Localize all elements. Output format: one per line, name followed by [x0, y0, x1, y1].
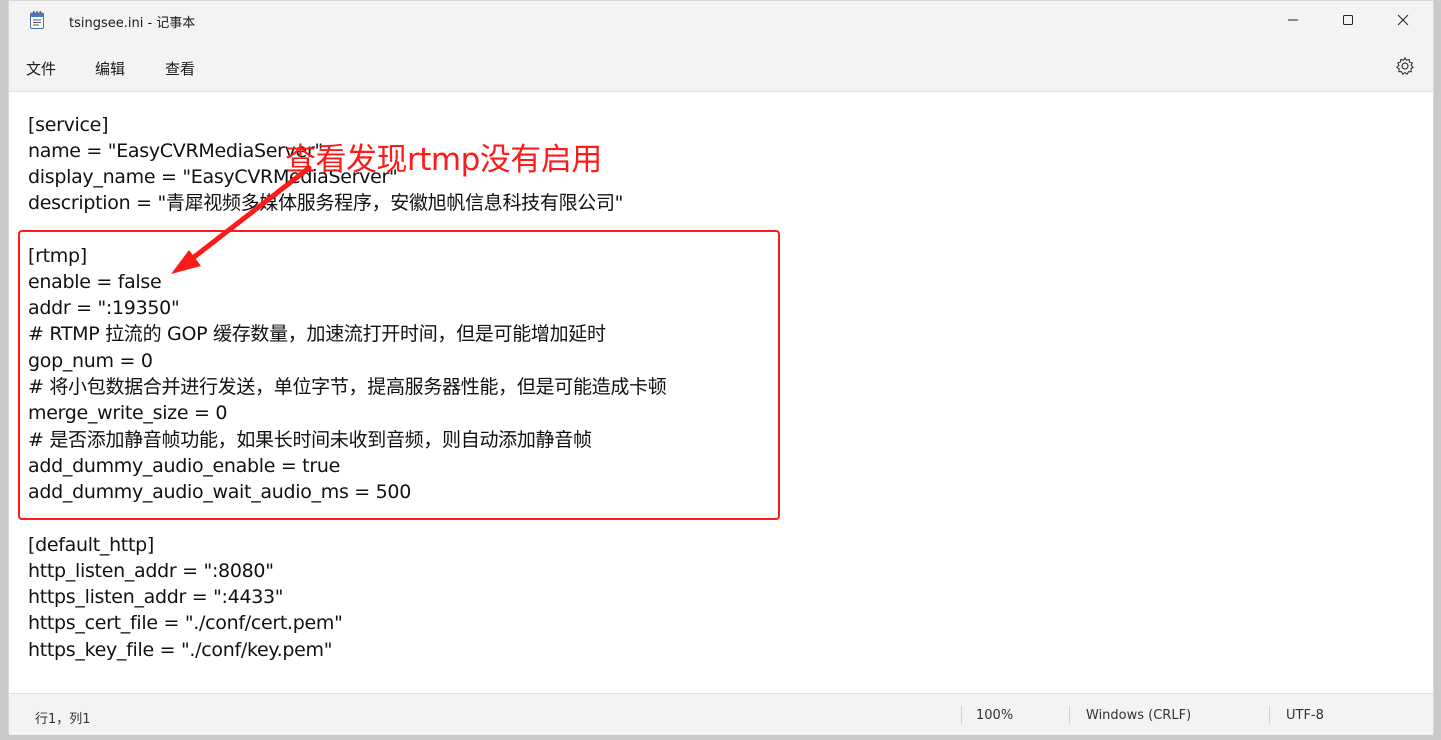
- gear-icon[interactable]: [1395, 56, 1415, 76]
- text-editor[interactable]: [service] name = "EasyCVRMediaServer" di…: [9, 91, 1433, 694]
- notepad-icon: [30, 11, 44, 29]
- minimize-icon: [1288, 19, 1298, 21]
- maximize-icon: [1343, 15, 1353, 25]
- cursor-position: 行1，列1: [35, 712, 91, 727]
- window-title: tsingsee.ini - 记事本: [69, 16, 196, 31]
- menu-edit[interactable]: 编辑: [95, 58, 125, 79]
- line-ending: Windows (CRLF): [1086, 708, 1192, 723]
- maximize-button[interactable]: [1320, 1, 1376, 39]
- close-icon: [1397, 14, 1409, 26]
- editor-line: https_listen_addr = ":4433": [28, 586, 284, 608]
- notepad-window: tsingsee.ini - 记事本 文件 编辑 查看 [service] na…: [8, 0, 1434, 735]
- encoding: UTF-8: [1286, 708, 1324, 723]
- editor-line: [default_http]: [28, 534, 154, 556]
- menu-view[interactable]: 查看: [165, 58, 195, 79]
- status-bar: 行1，列1 100% Windows (CRLF) UTF-8: [9, 693, 1433, 735]
- rtmp-highlight-box: [18, 230, 780, 520]
- status-separator: [961, 706, 962, 724]
- zoom-level: 100%: [976, 708, 1014, 723]
- editor-line: https_key_file = "./conf/key.pem": [28, 639, 333, 661]
- editor-line: [service]: [28, 114, 109, 136]
- status-separator: [1069, 706, 1070, 724]
- title-bar[interactable]: tsingsee.ini - 记事本: [9, 1, 1433, 41]
- close-button[interactable]: [1375, 1, 1431, 39]
- menu-bar: 文件 编辑 查看: [9, 41, 1433, 91]
- status-separator: [1269, 706, 1270, 724]
- editor-line: description = "青犀视频多媒体服务程序，安徽旭帆信息科技有限公司": [28, 192, 624, 214]
- minimize-button[interactable]: [1265, 1, 1321, 39]
- editor-line: name = "EasyCVRMediaServer": [28, 140, 323, 162]
- annotation-text: 查看发现rtmp没有启用: [285, 142, 602, 178]
- editor-line: http_listen_addr = ":8080": [28, 560, 274, 582]
- menu-file[interactable]: 文件: [26, 58, 56, 79]
- editor-line: https_cert_file = "./conf/cert.pem": [28, 612, 343, 634]
